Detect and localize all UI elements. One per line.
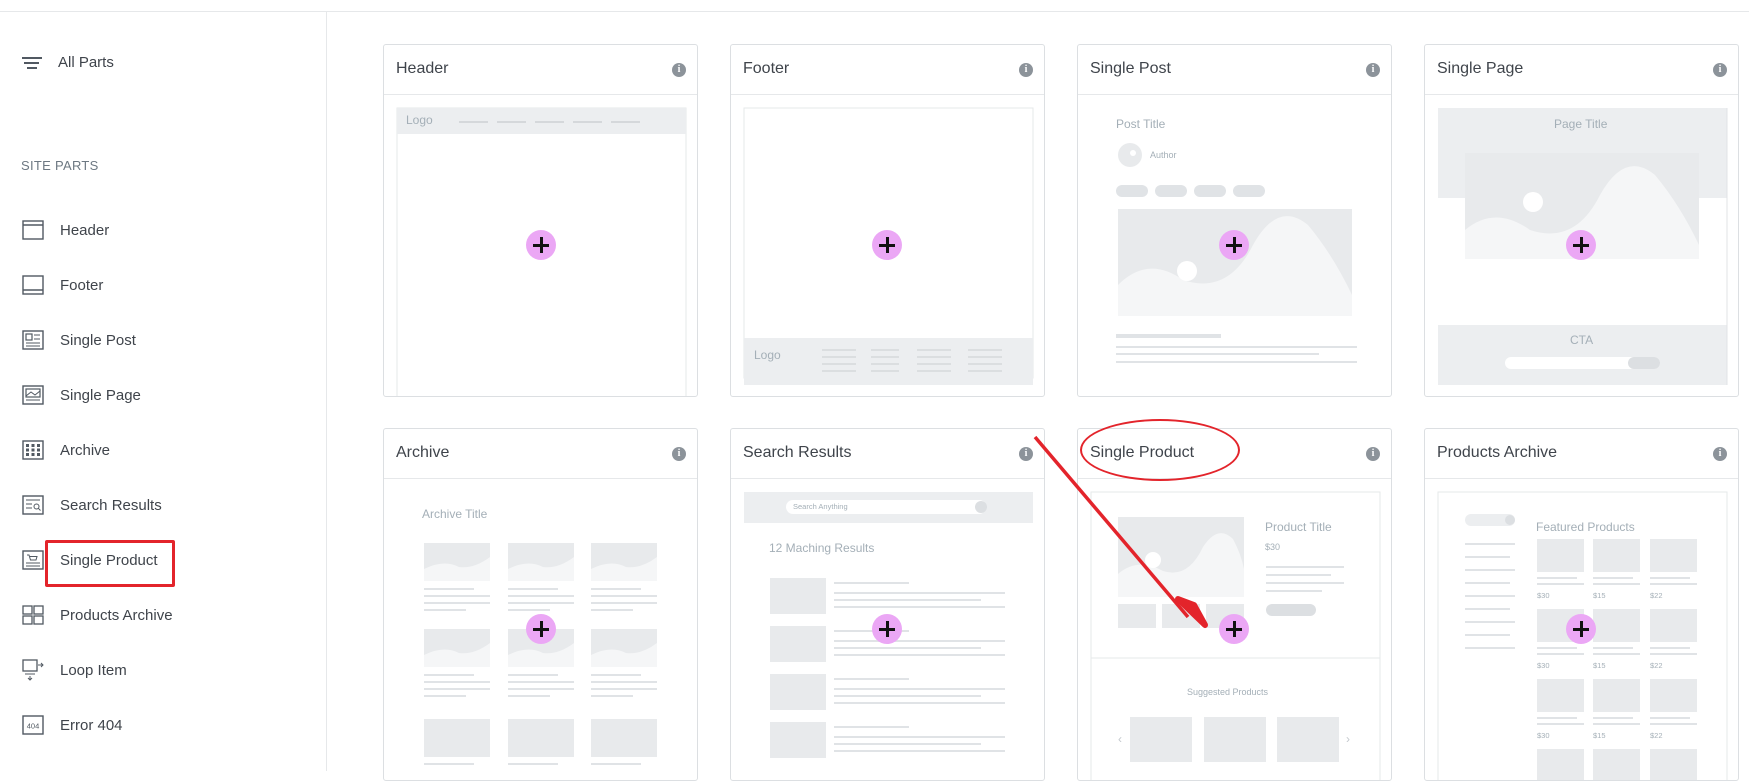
logo-text: Logo: [754, 348, 781, 362]
card-title: Footer: [743, 60, 790, 77]
info-icon[interactable]: i: [1713, 447, 1727, 461]
sidebar-item-label: Single Post: [60, 331, 136, 349]
price-label: $30: [1537, 731, 1550, 740]
card-title: Single Page: [1437, 60, 1524, 77]
add-template-button[interactable]: [872, 614, 902, 644]
card-products-archive[interactable]: Products Archive i Featured Products $30: [1424, 428, 1739, 781]
card-single-product[interactable]: Single Product i ‹ › Product Title $30 S…: [1077, 428, 1392, 781]
price-label: $15: [1593, 591, 1606, 600]
price-label: $15: [1593, 731, 1606, 740]
sidebar-item-label: Products Archive: [60, 606, 173, 624]
logo-text: Logo: [406, 113, 433, 127]
card-title: Header: [396, 60, 449, 77]
author-text: Author: [1150, 150, 1177, 160]
header-icon: [22, 220, 44, 240]
svg-text:›: ›: [1346, 732, 1350, 746]
card-header-bar: Single Post i: [1078, 45, 1391, 95]
card-title: Products Archive: [1437, 444, 1558, 461]
price-label: $15: [1593, 661, 1606, 670]
single-post-icon: [22, 330, 44, 350]
info-icon[interactable]: i: [672, 447, 686, 461]
info-icon[interactable]: i: [1019, 63, 1033, 77]
card-archive[interactable]: Archive i Archive Title: [383, 428, 698, 781]
sidebar-item-label: Footer: [60, 276, 104, 294]
loop-item-icon: [22, 659, 44, 681]
sidebar-item-single-page[interactable]: Single Page: [22, 383, 141, 407]
sidebar-item-label: Single Page: [60, 386, 141, 404]
all-parts-label: All Parts: [58, 54, 114, 71]
add-template-button[interactable]: [1566, 614, 1596, 644]
footer-icon: [22, 275, 44, 295]
sidebar-item-error-404[interactable]: 404 Error 404: [22, 713, 123, 737]
archive-icon: [22, 440, 44, 460]
add-template-button[interactable]: [526, 614, 556, 644]
sidebar-item-loop-item[interactable]: Loop Item: [22, 658, 127, 682]
card-header-bar: Single Page i: [1425, 45, 1738, 95]
page-title-text: Page Title: [1554, 117, 1608, 131]
all-parts-link[interactable]: All Parts: [22, 54, 114, 71]
price-label: $22: [1650, 661, 1663, 670]
sidebar-item-label: Search Results: [60, 496, 162, 514]
sidebar-item-label: Header: [60, 221, 110, 239]
suggested-products-text: Suggested Products: [1187, 687, 1269, 697]
sidebar-item-footer[interactable]: Footer: [22, 273, 103, 297]
cta-text: CTA: [1570, 333, 1594, 347]
card-header-bar: Footer i: [731, 45, 1044, 95]
card-header-bar: Header i: [384, 45, 697, 95]
sidebar-item-label: Archive: [60, 441, 111, 459]
card-header-bar: Products Archive i: [1425, 429, 1738, 479]
search-results-icon: [22, 495, 44, 515]
info-icon[interactable]: i: [1019, 447, 1033, 461]
top-bar: [0, 0, 1749, 12]
card-header[interactable]: Header i Logo: [383, 44, 698, 397]
info-icon[interactable]: i: [1366, 63, 1380, 77]
post-title-text: Post Title: [1116, 117, 1166, 131]
card-footer[interactable]: Footer i Logo: [730, 44, 1045, 397]
results-count-text: 12 Maching Results: [769, 541, 875, 555]
sidebar-item-label: Error 404: [60, 716, 123, 734]
product-title-text: Product Title: [1265, 520, 1332, 534]
filter-icon: [22, 55, 42, 71]
svg-text:‹: ‹: [1118, 732, 1122, 746]
archive-title-text: Archive Title: [422, 507, 488, 521]
sidebar-item-search-results[interactable]: Search Results: [22, 493, 162, 517]
add-template-button[interactable]: [526, 230, 556, 260]
card-search-results[interactable]: Search Results i Search Anything 12 Mach…: [730, 428, 1045, 781]
sidebar-item-archive[interactable]: Archive: [22, 438, 110, 462]
site-parts-heading: SITE PARTS: [21, 158, 99, 173]
sidebar-item-products-archive[interactable]: Products Archive: [22, 603, 173, 627]
featured-products-text: Featured Products: [1536, 520, 1635, 534]
svg-text:404: 404: [27, 722, 40, 731]
price-label: $30: [1537, 661, 1550, 670]
card-title: Single Post: [1090, 60, 1171, 77]
info-icon[interactable]: i: [1366, 447, 1380, 461]
error-404-icon: 404: [22, 715, 44, 735]
add-template-button[interactable]: [1219, 230, 1249, 260]
card-title: Search Results: [743, 444, 852, 461]
card-header-bar: Archive i: [384, 429, 697, 479]
info-icon[interactable]: i: [1713, 63, 1727, 77]
search-placeholder-text: Search Anything: [793, 502, 848, 511]
product-price-text: $30: [1265, 542, 1281, 552]
card-single-post[interactable]: Single Post i Post Title Author: [1077, 44, 1392, 397]
add-template-button[interactable]: [1566, 230, 1596, 260]
products-archive-icon: [22, 605, 44, 625]
price-label: $22: [1650, 591, 1663, 600]
single-product-icon: [22, 550, 44, 570]
card-header-bar: Search Results i: [731, 429, 1044, 479]
price-label: $30: [1537, 591, 1550, 600]
sidebar: All Parts SITE PARTS Header Footer Singl…: [0, 12, 327, 771]
highlight-ellipse-single-product-title: [1080, 419, 1240, 481]
price-label: $22: [1650, 731, 1663, 740]
highlight-box-single-product: [45, 540, 175, 587]
single-page-icon: [22, 385, 44, 405]
info-icon[interactable]: i: [672, 63, 686, 77]
sidebar-item-label: Loop Item: [60, 661, 127, 679]
sidebar-item-header[interactable]: Header: [22, 218, 109, 242]
card-single-page[interactable]: Single Page i Page Title CTA: [1424, 44, 1739, 397]
add-template-button[interactable]: [1219, 614, 1249, 644]
card-title: Archive: [396, 444, 450, 461]
add-template-button[interactable]: [872, 230, 902, 260]
sidebar-item-single-post[interactable]: Single Post: [22, 328, 136, 352]
